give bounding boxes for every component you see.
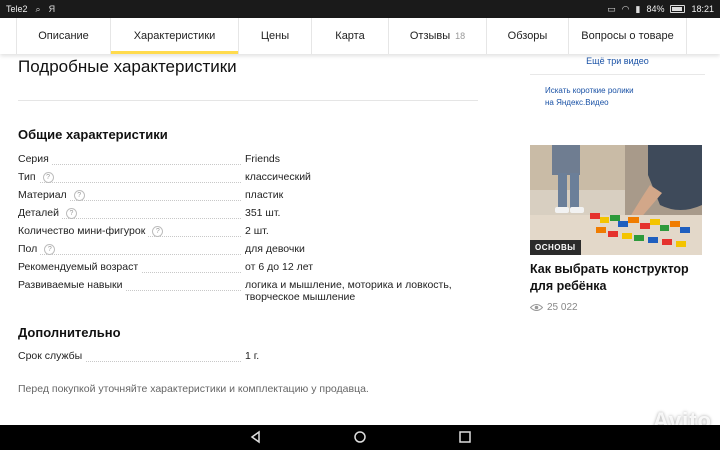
- spec-list-additional: Срок службы 1 г.: [18, 349, 480, 367]
- tab-map[interactable]: Карта: [312, 18, 389, 54]
- help-icon[interactable]: ?: [65, 208, 77, 219]
- spec-row-lifetime: Срок службы 1 г.: [18, 349, 480, 367]
- home-icon[interactable]: [353, 430, 367, 444]
- tab-overviews[interactable]: Обзоры: [487, 18, 569, 54]
- status-bar: Tele2 ⌕ Я ▭ ◠ ▮ 84% 18:21: [0, 0, 720, 18]
- help-icon[interactable]: ?: [73, 190, 85, 201]
- help-icon[interactable]: ?: [42, 172, 54, 183]
- notification-icon: ▭: [607, 3, 616, 14]
- short-videos-line: на Яндекс.Видео: [545, 98, 609, 107]
- article-badge: ОСНОВЫ: [530, 240, 581, 255]
- back-icon[interactable]: [249, 430, 263, 444]
- spec-value-line: творческое мышление: [245, 291, 356, 303]
- views-count: 25 022: [547, 302, 578, 313]
- spec-value: классический: [245, 171, 311, 183]
- battery-percent: 84%: [646, 4, 665, 14]
- spec-row-minifigures: Количество мини-фигурок? 2 шт.: [18, 224, 480, 242]
- short-videos-link[interactable]: Искать короткие ролики на Яндекс.Видео: [530, 85, 705, 109]
- tab-reviews[interactable]: Отзывы 18: [389, 18, 487, 54]
- tab-label: Карта: [335, 30, 365, 42]
- spec-row-gender: Пол? для девочки: [18, 242, 480, 260]
- spec-value: Friends: [245, 153, 281, 165]
- tab-questions[interactable]: Вопросы о товаре: [569, 18, 687, 54]
- tab-characteristics[interactable]: Характеристики: [111, 18, 239, 54]
- section-title-additional: Дополнительно: [18, 325, 121, 340]
- more-videos-link[interactable]: Ещё три видео: [530, 56, 705, 66]
- spec-row-skills: Развиваемые навыки логика и мышление, мо…: [18, 278, 480, 310]
- spec-value: логика и мышление, моторика и ловкость, …: [245, 278, 452, 303]
- spec-name: Рекомендуемый возраст: [18, 261, 142, 273]
- spec-name: Тип: [18, 171, 39, 183]
- specs-panel: Подробные характеристики Общие характери…: [18, 54, 480, 395]
- spec-value: от 6 до 12 лет: [245, 261, 313, 273]
- spec-name: Деталей: [18, 207, 62, 219]
- tab-label: Цены: [260, 30, 290, 42]
- tab-label: Отзывы: [409, 30, 451, 42]
- disclaimer: Перед покупкой уточняйте характеристики …: [18, 383, 369, 395]
- system-nav-bar: [0, 425, 720, 450]
- spec-row-parts: Деталей? 351 шт.: [18, 206, 480, 224]
- tab-label: Характеристики: [133, 30, 216, 42]
- spec-name: Количество мини-фигурок: [18, 225, 149, 237]
- spec-name: Развиваемые навыки: [18, 279, 126, 291]
- spec-name: Срок службы: [18, 350, 86, 362]
- divider: [530, 74, 705, 75]
- signal-icon: ▮: [635, 3, 641, 14]
- recents-icon[interactable]: [458, 430, 472, 444]
- clock: 18:21: [691, 4, 714, 14]
- spec-name: Серия: [18, 153, 52, 165]
- spec-row-age: Рекомендуемый возраст от 6 до 12 лет: [18, 260, 480, 278]
- article-image[interactable]: ОСНОВЫ: [530, 145, 702, 255]
- spec-name: Материал: [18, 189, 70, 201]
- eye-icon: [530, 304, 543, 311]
- tab-prices[interactable]: Цены: [239, 18, 312, 54]
- search-icon: ⌕: [35, 3, 41, 14]
- section-title-general: Общие характеристики: [18, 127, 168, 142]
- tab-label: Обзоры: [507, 30, 548, 42]
- carrier-label: Tele2: [6, 4, 28, 14]
- spec-value: для девочки: [245, 243, 305, 255]
- wifi-icon: ◠: [621, 3, 630, 14]
- tab-description[interactable]: Описание: [16, 18, 111, 54]
- divider: [18, 100, 478, 101]
- page-title: Подробные характеристики: [18, 57, 237, 76]
- spec-list-general: Серия Friends Тип? классический Материал…: [18, 152, 480, 310]
- tab-bar: Описание Характеристики Цены Карта Отзыв…: [0, 18, 720, 54]
- spec-name: Пол: [18, 243, 41, 255]
- lego-photo-illustration: [530, 145, 702, 255]
- battery-icon: [670, 5, 686, 13]
- short-videos-line: Искать короткие ролики: [545, 86, 634, 95]
- spec-value: 2 шт.: [245, 225, 269, 237]
- tab-label: Описание: [38, 30, 89, 42]
- yandex-icon: Я: [48, 3, 56, 14]
- spec-row-series: Серия Friends: [18, 152, 480, 170]
- spec-value-line: логика и мышление, моторика и ловкость,: [245, 279, 452, 291]
- views-counter: 25 022: [530, 302, 578, 313]
- spec-row-type: Тип? классический: [18, 170, 480, 188]
- sidebar: Ещё три видео Искать короткие ролики на …: [530, 54, 705, 313]
- spec-value: 1 г.: [245, 350, 260, 362]
- tab-label: Вопросы о товаре: [581, 30, 674, 42]
- article-title[interactable]: Как выбрать конструктор для ребёнка: [530, 261, 705, 295]
- spec-value: пластик: [245, 189, 284, 201]
- spec-value: 351 шт.: [245, 207, 281, 219]
- reviews-count: 18: [455, 31, 466, 41]
- spec-row-material: Материал? пластик: [18, 188, 480, 206]
